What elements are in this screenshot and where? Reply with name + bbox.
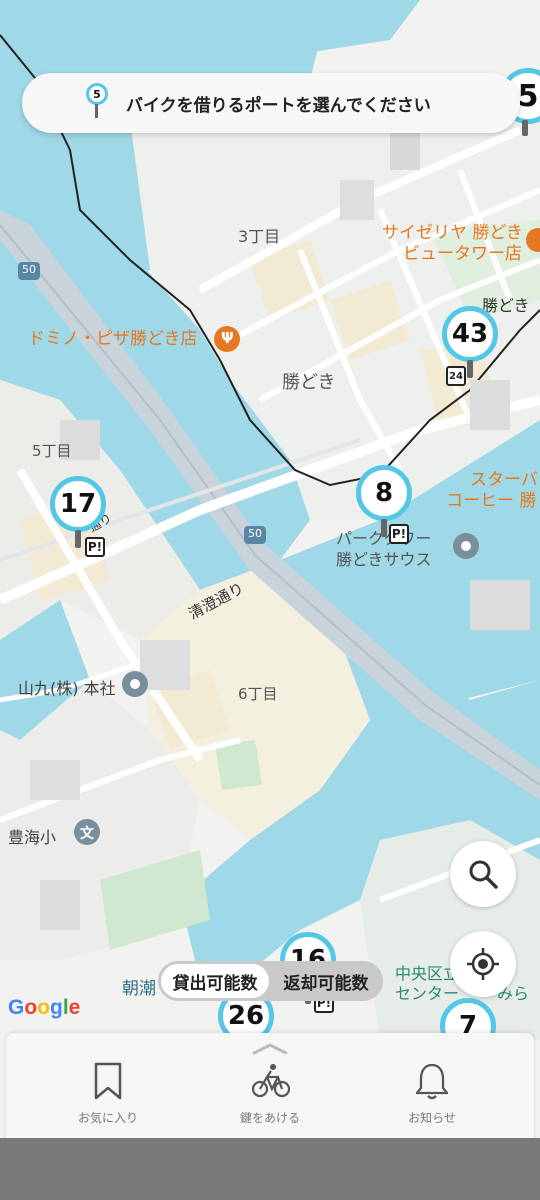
area-label-kachidoki-station: 勝どき [482,296,530,315]
parking-badge: P! [85,537,105,557]
search-icon [469,860,498,889]
nav-notifications[interactable]: お知らせ [367,1033,497,1141]
area-label-6chome: 6丁目 [238,685,278,703]
nav-favorites-label: お気に入り [77,1111,138,1125]
nav-notifications-label: お知らせ [408,1111,456,1125]
small-port-pin-icon: 5 [86,83,108,123]
search-button[interactable] [450,841,516,907]
poi-starbucks[interactable]: スターバ コーヒー 勝 [446,470,538,512]
bottom-navigation: お気に入り 鍵をあける お知らせ [6,1033,534,1141]
poi-starbucks-line2: コーヒー 勝 [446,491,537,511]
route-50-label: 50 [248,527,262,540]
availability-toggle[interactable]: 貸出可能数 返却可能数 [158,961,383,1001]
poi-saizeriya-branch: ビュータワー店 [402,244,522,264]
port-count: 17 [50,476,106,532]
poi-starbucks-name: スターバ [470,470,538,490]
poi-toyomi-school[interactable]: 豊海小 [8,824,56,848]
port-pin-stem [75,530,81,548]
google-logo: Google [8,996,81,1019]
nav-unlock[interactable]: 鍵をあける [205,1033,335,1141]
current-location-button[interactable] [450,931,516,997]
poi-saizeriya[interactable]: サイゼリヤ 勝どき ビュータワー店 [382,223,523,265]
overlay-strip [0,1138,540,1200]
convenience-store-badge: 24 [446,366,466,386]
toggle-rent-available[interactable]: 貸出可能数 [161,964,269,998]
bell-icon [415,1063,449,1100]
port-pin-stem [381,519,387,537]
instruction-banner: 5 バイクを借りるポートを選んでください [22,73,520,133]
bicycle-icon [251,1064,290,1098]
restaurant-icon: Ψ [221,329,234,347]
area-label-5chome: 5丁目 [32,442,72,460]
nav-unlock-label: 鍵をあける [239,1111,300,1125]
school-icon: 文 [80,826,94,842]
port-count: 8 [356,465,412,521]
area-label-3chome: 3丁目 [238,227,281,246]
small-port-pin-stem [95,104,98,118]
port-pin-stem [522,120,528,136]
poi-yamakyu[interactable]: 山九(株) 本社 [18,675,116,699]
port-count: 43 [442,306,498,362]
nav-favorites[interactable]: お気に入り [43,1033,173,1141]
poi-chuo-line2: センター [395,984,460,1003]
instruction-text: バイクを借りるポートを選んでください [126,96,431,116]
area-label-asashio: 朝潮 [122,979,156,999]
poi-saizeriya-name: サイゼリヤ 勝どき [382,223,523,243]
bookmark-icon [94,1062,122,1100]
location-target-icon [467,948,499,980]
route-50-label: 50 [22,263,36,276]
poi-park-tower-line2: 勝どきサウス [336,550,432,569]
port-pin-stem [467,360,473,378]
parking-badge: P! [389,524,409,544]
toggle-return-available[interactable]: 返却可能数 [272,964,380,998]
small-port-pin-count: 5 [86,83,108,105]
poi-dominos[interactable]: ドミノ・ピザ勝どき店 [28,329,198,350]
area-label-kachidoki: 勝どき [282,372,336,393]
